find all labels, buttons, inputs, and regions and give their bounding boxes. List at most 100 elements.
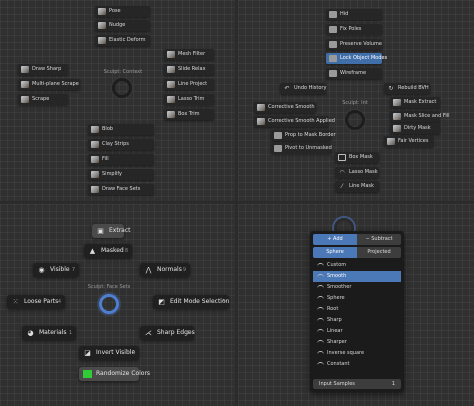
dirty-mask-icon xyxy=(393,125,401,132)
fix-poles-button[interactable]: Fix Poles xyxy=(326,24,382,35)
hide-icon xyxy=(329,11,337,18)
corrective-smooth-icon xyxy=(257,104,265,111)
elastic-deform-button[interactable]: Elastic Deform xyxy=(95,35,150,46)
line-project-button[interactable]: Line Project xyxy=(164,79,214,90)
nudge-icon xyxy=(98,22,106,29)
add-mode-button[interactable]: + Add xyxy=(313,234,357,245)
scrape-icon xyxy=(21,96,29,103)
extract-button[interactable]: ▣ Extract xyxy=(92,224,131,238)
lock-object-modes-button[interactable]: Lock Object Modes xyxy=(326,53,387,64)
rebuild-bvh-button[interactable]: ↻ Rebuild BVH xyxy=(384,83,430,94)
pose-icon xyxy=(98,8,106,15)
draw-face-sets-button[interactable]: Draw Face Sets xyxy=(88,184,154,195)
curve-icon xyxy=(317,296,324,301)
falloff-item-sharp[interactable]: Sharp xyxy=(313,315,401,326)
blob-button[interactable]: Blob xyxy=(88,124,154,135)
curve-icon xyxy=(317,285,324,290)
dirty-mask-button[interactable]: Dirty Mask xyxy=(390,123,440,134)
loose-parts-button[interactable]: ⁙ Loose Parts 4 xyxy=(7,295,65,309)
slide-relax-button[interactable]: Slide Relax xyxy=(164,64,214,75)
line-project-icon xyxy=(167,81,175,88)
sharp-edges-button[interactable]: ⋌ Sharp Edges 3 xyxy=(140,326,195,340)
preserve-volume-icon xyxy=(329,41,337,48)
scrape-button[interactable]: Scrape xyxy=(18,94,68,105)
mask-extract-button[interactable]: Mask Extract xyxy=(390,97,440,108)
falloff-item-root[interactable]: Root xyxy=(313,304,401,315)
lasso-trim-button[interactable]: Lasso Trim xyxy=(164,94,214,105)
mask-slice-fill-icon xyxy=(393,113,401,120)
prop-mask-border-button[interactable]: Prop to Mask Border xyxy=(271,130,336,141)
input-samples-field[interactable]: Input Samples 1 xyxy=(313,379,401,389)
simplify-button[interactable]: Simplify xyxy=(88,169,154,180)
box-mask-button[interactable]: Box Mask xyxy=(335,152,379,163)
mesh-filter-button[interactable]: Mesh Filter xyxy=(164,49,214,60)
lasso-mask-button[interactable]: ◠ Lasso Mask xyxy=(335,167,379,178)
falloff-item-sharper[interactable]: Sharper xyxy=(313,337,401,348)
corrective-smooth-applied-button[interactable]: Corrective Smooth Applied xyxy=(254,116,335,127)
pie-center xyxy=(345,110,365,130)
corrective-smooth-applied-icon xyxy=(257,118,265,125)
hide-button[interactable]: Hid xyxy=(326,9,382,20)
falloff-item-smoother[interactable]: Smoother xyxy=(313,282,401,293)
fill-button[interactable]: Fill xyxy=(88,154,154,165)
falloff-item-sphere[interactable]: Sphere xyxy=(313,293,401,304)
wireframe-icon xyxy=(329,70,337,77)
line-mask-icon: ⁄ xyxy=(341,183,343,190)
normals-button[interactable]: ⋀ Normals 9 xyxy=(140,263,190,277)
draw-sharp-button[interactable]: Draw Sharp xyxy=(18,64,68,75)
mask-extract-icon xyxy=(393,99,401,106)
fix-poles-icon xyxy=(329,26,337,33)
curve-icon xyxy=(317,274,324,279)
curve-icon xyxy=(317,329,324,334)
multi-plane-scrape-button[interactable]: Multi-plane Scrape xyxy=(18,79,80,90)
randomize-colors-icon: ■ xyxy=(83,370,92,378)
randomize-colors-button[interactable]: ■ Randomize Colors xyxy=(79,367,150,381)
invert-visible-button[interactable]: ◪ Invert Visible 2 xyxy=(79,346,139,360)
nudge-button[interactable]: Nudge xyxy=(95,20,150,31)
edit-mode-selection-button[interactable]: ◩ Edit Mode Selection 6 xyxy=(153,295,229,309)
visible-button[interactable]: ◉ Visible 7 xyxy=(33,263,79,277)
undo-history-button[interactable]: ↶ Undo History xyxy=(280,83,326,94)
masked-button[interactable]: ▲ Masked 8 xyxy=(84,244,132,258)
edit-mode-icon: ◩ xyxy=(158,298,165,306)
falloff-item-custom[interactable]: Custom xyxy=(313,260,401,271)
preserve-volume-button[interactable]: Preserve Volume xyxy=(326,39,382,50)
projected-shape-button[interactable]: Projected xyxy=(357,247,401,258)
falloff-item-smooth[interactable]: Smooth xyxy=(313,271,401,282)
wireframe-button[interactable]: Wireframe xyxy=(326,68,382,79)
normals-icon: ⋀ xyxy=(145,266,152,274)
pivot-unmasked-icon xyxy=(274,145,282,152)
pie-center xyxy=(99,294,119,314)
mask-slice-fill-button[interactable]: Mask Slice and Fill xyxy=(390,111,450,122)
curve-icon xyxy=(317,263,324,268)
falloff-item-constant[interactable]: Constant xyxy=(313,359,401,370)
blob-icon xyxy=(91,126,99,133)
sphere-shape-button[interactable]: Sphere xyxy=(313,247,357,258)
mesh-filter-icon xyxy=(167,51,175,58)
curve-icon xyxy=(317,318,324,323)
falloff-item-linear[interactable]: Linear xyxy=(313,326,401,337)
eye-icon: ◉ xyxy=(38,266,45,274)
subtract-mode-button[interactable]: − Subtract xyxy=(357,234,401,245)
fair-vertices-button[interactable]: Fair Vertices xyxy=(384,136,434,147)
simplify-icon xyxy=(91,171,99,178)
pose-button[interactable]: Pose xyxy=(95,6,150,17)
loose-parts-icon: ⁙ xyxy=(12,298,19,306)
draw-sharp-icon xyxy=(21,66,29,73)
corrective-smooth-button[interactable]: Corrective Smooth xyxy=(254,102,316,113)
line-mask-button[interactable]: ⁄ Line Mask xyxy=(335,181,379,192)
materials-button[interactable]: ◕ Materials 1 xyxy=(22,326,76,340)
viewport-mask-falloff: + Add − Subtract Sphere Projected Custom… xyxy=(238,204,474,406)
clay-strips-icon xyxy=(91,141,99,148)
box-trim-icon xyxy=(167,111,175,118)
falloff-item-inverse-square[interactable]: Inverse square xyxy=(313,348,401,359)
box-trim-button[interactable]: Box Trim xyxy=(164,109,214,120)
clay-strips-button[interactable]: Clay Strips xyxy=(88,139,154,150)
pie-title: Sculpt: Context xyxy=(103,69,143,75)
pivot-unmasked-button[interactable]: Pivot to Unmasked xyxy=(271,143,332,154)
sharp-edges-icon: ⋌ xyxy=(145,329,152,337)
extract-icon: ▣ xyxy=(97,227,104,235)
fill-icon xyxy=(91,156,99,163)
multi-plane-scrape-icon xyxy=(21,81,29,88)
box-mask-icon xyxy=(338,154,346,161)
